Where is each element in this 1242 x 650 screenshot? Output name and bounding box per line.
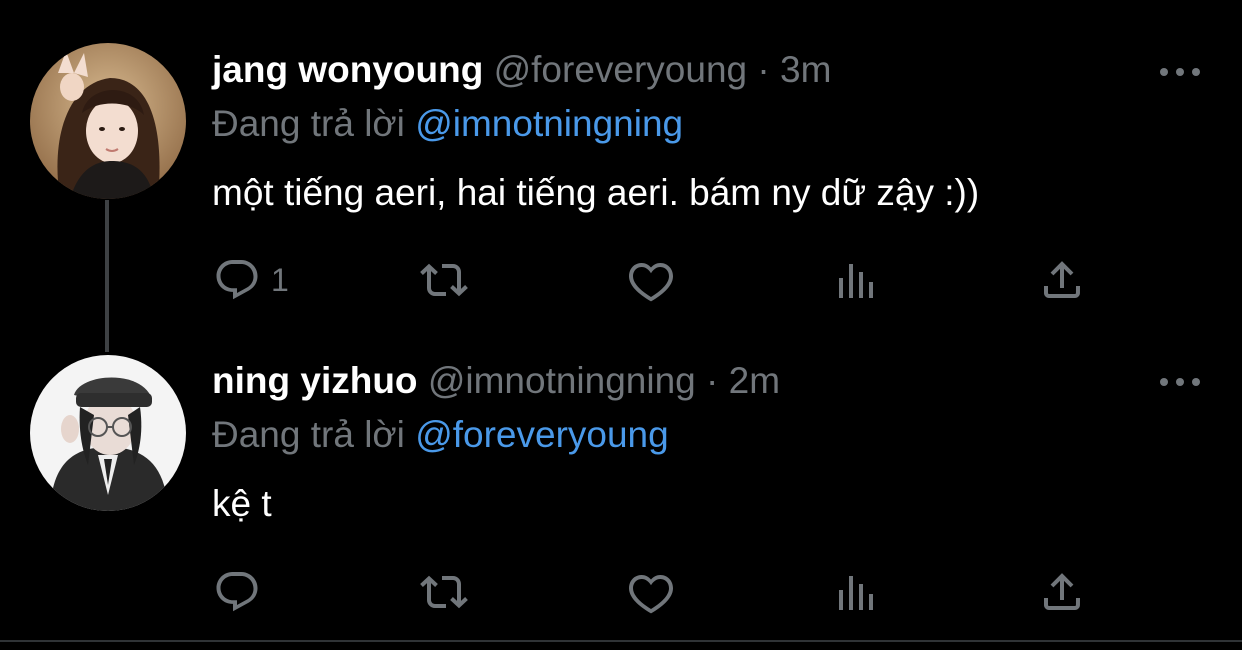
heart-icon <box>629 574 673 614</box>
tweet-header: jang wonyoung @foreveryoung · 3m <box>212 48 831 92</box>
views-icon <box>839 264 873 298</box>
replying-to: Đang trả lời @imnotningning <box>212 102 683 146</box>
replying-to-label: Đang trả lời <box>212 103 405 144</box>
retweet-button[interactable] <box>414 568 474 616</box>
retweet-button[interactable] <box>414 256 474 304</box>
tweet-text: kệ t <box>212 483 272 524</box>
more-icon[interactable] <box>1156 60 1204 84</box>
like-button[interactable] <box>627 568 675 616</box>
reply-icon <box>216 572 258 612</box>
views-button[interactable] <box>833 256 881 304</box>
reply-button[interactable]: 1 <box>213 256 289 304</box>
share-button[interactable] <box>1038 256 1086 304</box>
tweet[interactable]: jang wonyoung @foreveryoung · 3m Đang tr… <box>0 0 1242 330</box>
mention-link[interactable]: @imnotningning <box>415 103 683 144</box>
views-icon <box>839 576 873 610</box>
tweet[interactable]: ning yizhuo @imnotningning · 2m Đang trả… <box>0 340 1242 640</box>
views-button[interactable] <box>833 568 881 616</box>
tweet-text: một tiếng aeri, hai tiếng aeri. bám ny d… <box>212 172 980 213</box>
retweet-icon <box>420 575 468 609</box>
retweet-icon <box>420 263 468 297</box>
replying-to-label: Đang trả lời <box>212 414 405 455</box>
timestamp[interactable]: 3m <box>780 49 831 90</box>
divider <box>0 640 1242 642</box>
timestamp[interactable]: 2m <box>729 360 780 401</box>
tweet-header: ning yizhuo @imnotningning · 2m <box>212 359 780 403</box>
share-icon <box>1044 261 1080 298</box>
avatar[interactable] <box>30 43 186 199</box>
heart-icon <box>629 262 673 302</box>
user-handle[interactable]: @imnotningning <box>428 360 696 401</box>
avatar[interactable] <box>30 355 186 511</box>
more-icon[interactable] <box>1156 370 1204 394</box>
display-name[interactable]: jang wonyoung <box>212 49 483 90</box>
separator-dot: · <box>757 49 770 90</box>
share-button[interactable] <box>1038 568 1086 616</box>
display-name[interactable]: ning yizhuo <box>212 360 418 401</box>
separator-dot: · <box>706 360 719 401</box>
user-handle[interactable]: @foreveryoung <box>494 49 748 90</box>
reply-icon <box>216 260 258 300</box>
reply-button[interactable] <box>213 568 271 616</box>
like-button[interactable] <box>627 256 675 304</box>
mention-link[interactable]: @foreveryoung <box>415 414 669 455</box>
reply-count: 1 <box>271 262 289 298</box>
replying-to: Đang trả lời @foreveryoung <box>212 413 669 457</box>
share-icon <box>1044 573 1080 610</box>
